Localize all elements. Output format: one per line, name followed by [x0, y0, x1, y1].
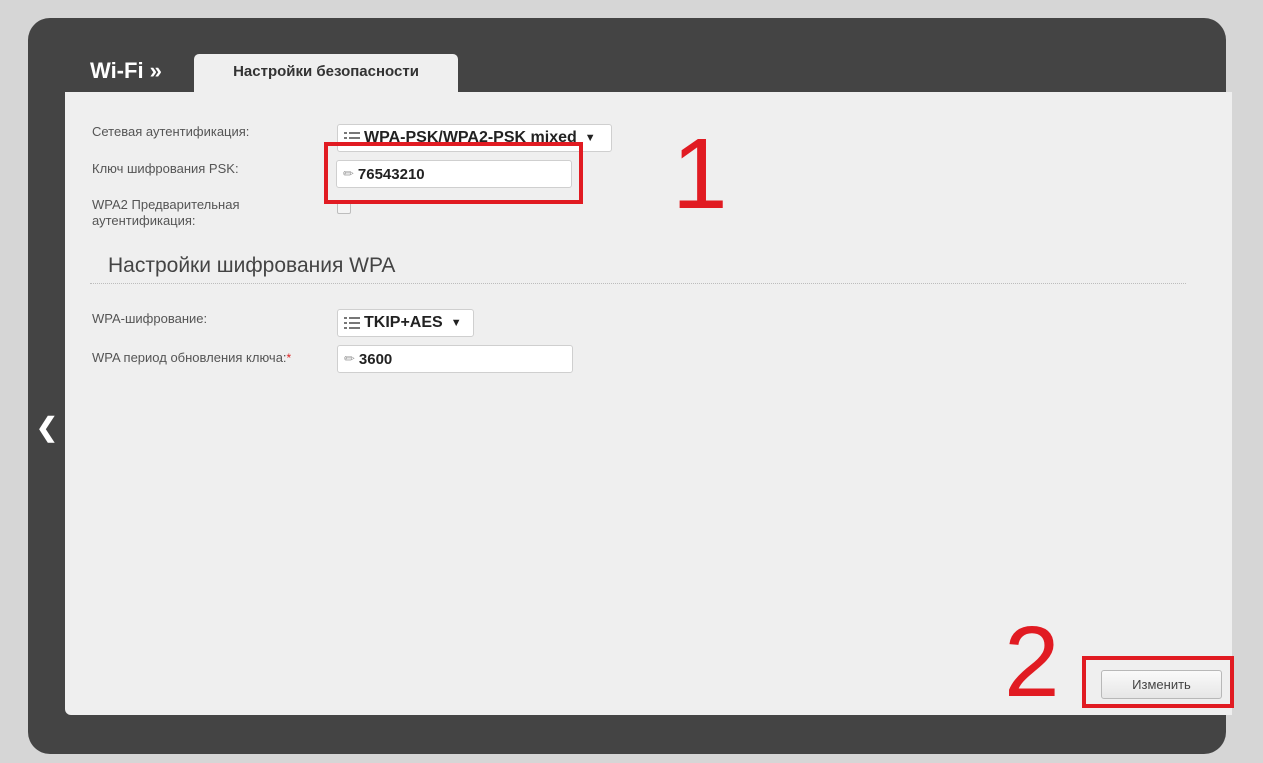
psk-label: Ключ шифрования PSK:	[92, 161, 239, 176]
tab-security-settings[interactable]: Настройки безопасности	[194, 54, 458, 94]
annotation-box-2	[1082, 656, 1234, 708]
preauth-label-line2: аутентификация:	[92, 213, 196, 228]
section-title-wpa: Настройки шифрования WPA	[108, 254, 396, 277]
caret-down-icon: ▼	[450, 317, 462, 329]
required-mark: *	[286, 351, 292, 365]
wpa-encryption-value: TKIP+AES	[364, 314, 443, 331]
auth-label: Сетевая аутентификация:	[92, 124, 250, 139]
preauth-label-line1: WPA2 Предварительная	[92, 197, 240, 212]
annotation-number-2: 2	[1004, 606, 1060, 718]
list-icon	[344, 317, 360, 329]
breadcrumb[interactable]: Wi-Fi »	[90, 58, 162, 84]
preauth-label: WPA2 Предварительная аутентификация:	[92, 197, 240, 229]
wpa-encryption-select[interactable]: TKIP+AES ▼	[337, 309, 474, 337]
wpa-encryption-label: WPA-шифрование:	[92, 311, 208, 326]
section-divider	[90, 283, 1186, 284]
caret-down-icon: ▼	[584, 132, 596, 144]
key-renewal-label: WPA период обновления ключа:*	[92, 350, 291, 366]
chevron-left-icon[interactable]: ❮	[36, 412, 58, 443]
pencil-icon: ✏	[344, 351, 355, 366]
annotation-box-1	[324, 142, 583, 204]
key-renewal-label-text: WPA период обновления ключа:	[92, 350, 287, 365]
key-renewal-value: 3600	[358, 350, 393, 368]
annotation-number-1: 1	[672, 118, 728, 230]
key-renewal-input[interactable]: ✏ 3600	[337, 345, 573, 373]
